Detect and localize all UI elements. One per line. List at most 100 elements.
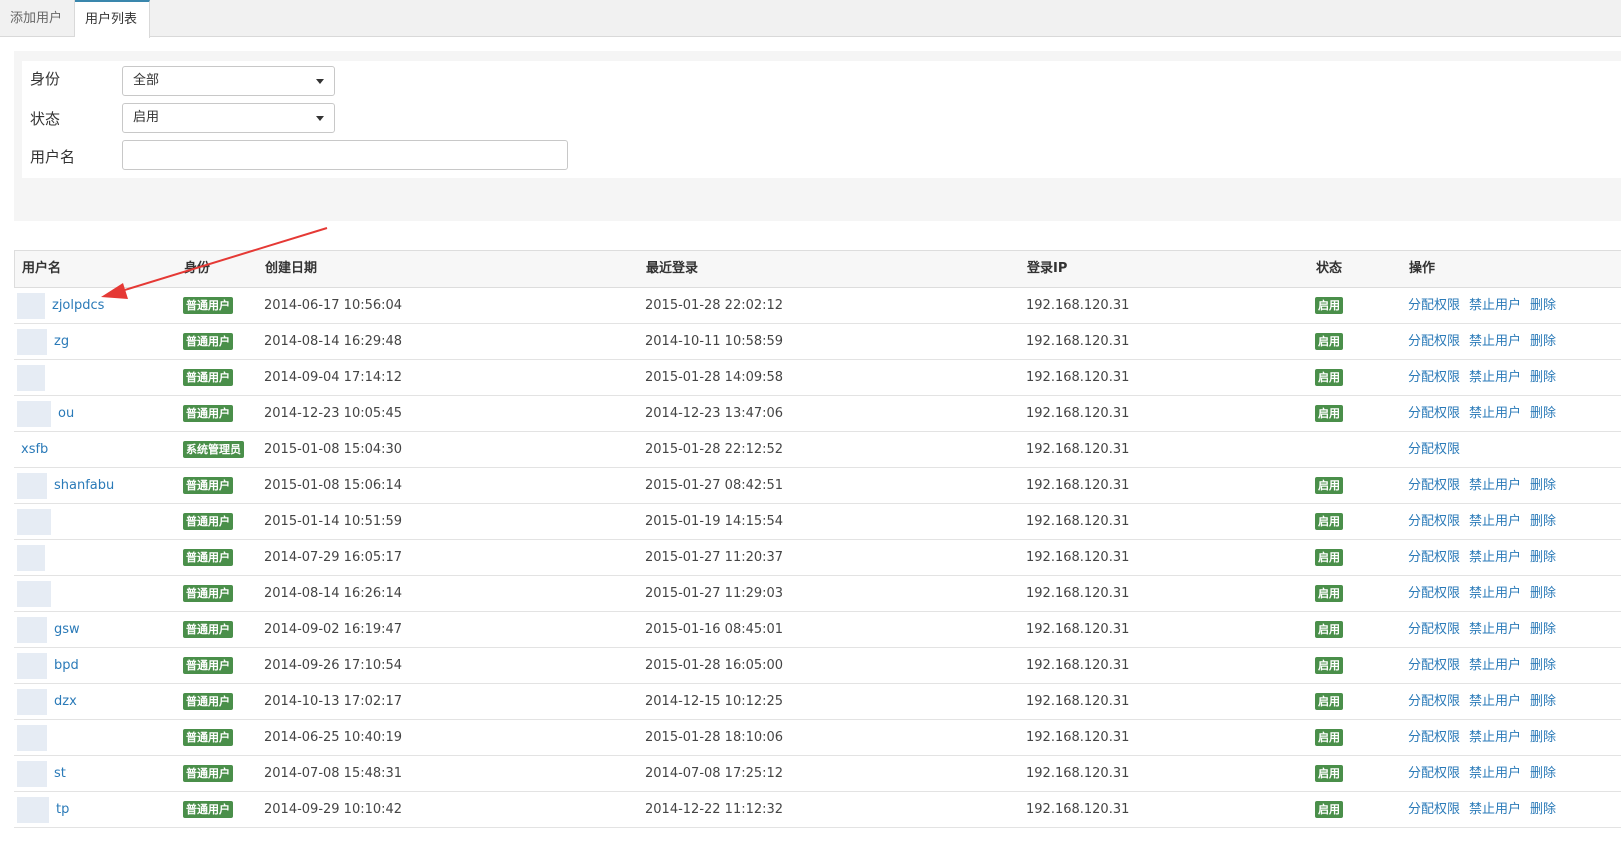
disable-user-link[interactable]: 禁止用户 xyxy=(1469,658,1521,673)
tab-user-list[interactable]: 用户列表 xyxy=(75,0,150,38)
assign-permission-link[interactable]: 分配权限 xyxy=(1408,658,1460,673)
disable-user-link[interactable]: 禁止用户 xyxy=(1469,514,1521,529)
role-cell: 普通用户 xyxy=(183,648,233,683)
actions-cell: 分配权限 禁止用户 删除 xyxy=(1408,396,1565,431)
created-date: 2014-09-29 10:10:42 xyxy=(264,802,403,817)
filter-panel: 身份 全部 状态 启用 用户名 xyxy=(14,51,1621,221)
table-row: zg 普通用户 2014-08-14 16:29:48 2014-10-11 10:5… xyxy=(14,324,1621,360)
delete-link[interactable]: 删除 xyxy=(1530,766,1556,781)
delete-link[interactable]: 删除 xyxy=(1530,802,1556,817)
created-date: 2014-06-25 10:40:19 xyxy=(264,730,403,745)
delete-link[interactable]: 删除 xyxy=(1530,586,1556,601)
delete-link[interactable]: 删除 xyxy=(1530,406,1556,421)
login-ip: 192.168.120.31 xyxy=(1026,442,1130,457)
redacted-blur xyxy=(17,797,49,823)
actions-cell: 分配权限 禁止用户 删除 xyxy=(1408,648,1565,683)
assign-permission-link[interactable]: 分配权限 xyxy=(1408,694,1460,709)
assign-permission-link[interactable]: 分配权限 xyxy=(1408,730,1460,745)
header-username: 用户名 xyxy=(22,261,62,276)
disable-user-link[interactable]: 禁止用户 xyxy=(1469,694,1521,709)
status-cell: 启用 xyxy=(1315,756,1343,791)
role-badge: 普通用户 xyxy=(183,621,233,638)
delete-link[interactable]: 删除 xyxy=(1530,550,1556,565)
table-row: 普通用户 2014-07-29 16:05:17 2015-01-27 11:20:… xyxy=(14,540,1621,576)
disable-user-link[interactable]: 禁止用户 xyxy=(1469,334,1521,349)
username-link[interactable]: gsw xyxy=(54,612,80,647)
assign-permission-link[interactable]: 分配权限 xyxy=(1408,442,1460,457)
table-row: ou 普通用户 2014-12-23 10:05:45 2014-12-23 13:4… xyxy=(14,396,1621,432)
disable-user-link[interactable]: 禁止用户 xyxy=(1469,298,1521,313)
actions-cell: 分配权限 禁止用户 删除 xyxy=(1408,324,1565,359)
table-row: st 普通用户 2014-07-08 15:48:31 2014-07-08 17:2… xyxy=(14,756,1621,792)
last-login: 2015-01-16 08:45:01 xyxy=(645,622,784,637)
actions-cell: 分配权限 禁止用户 删除 xyxy=(1408,468,1565,503)
assign-permission-link[interactable]: 分配权限 xyxy=(1408,802,1460,817)
role-cell: 普通用户 xyxy=(183,540,233,575)
disable-user-link[interactable]: 禁止用户 xyxy=(1469,766,1521,781)
role-badge: 系统管理员 xyxy=(183,441,244,458)
role-select[interactable]: 全部 xyxy=(122,66,335,96)
disable-user-link[interactable]: 禁止用户 xyxy=(1469,802,1521,817)
disable-user-link[interactable]: 禁止用户 xyxy=(1469,370,1521,385)
delete-link[interactable]: 删除 xyxy=(1530,658,1556,673)
assign-permission-link[interactable]: 分配权限 xyxy=(1408,514,1460,529)
status-cell: 启用 xyxy=(1315,396,1343,431)
username-link[interactable]: tp xyxy=(56,792,69,827)
username-link[interactable]: xsfb xyxy=(21,432,48,467)
assign-permission-link[interactable]: 分配权限 xyxy=(1408,406,1460,421)
disable-user-link[interactable]: 禁止用户 xyxy=(1469,622,1521,637)
status-badge: 启用 xyxy=(1315,801,1343,818)
disable-user-link[interactable]: 禁止用户 xyxy=(1469,478,1521,493)
role-cell: 普通用户 xyxy=(183,792,233,827)
status-badge: 启用 xyxy=(1315,657,1343,674)
role-cell: 普通用户 xyxy=(183,360,233,395)
created-date: 2014-12-23 10:05:45 xyxy=(264,406,403,421)
created-date: 2014-08-14 16:29:48 xyxy=(264,334,403,349)
status-cell: 启用 xyxy=(1315,540,1343,575)
last-login: 2014-12-23 13:47:06 xyxy=(645,406,784,421)
username-link[interactable]: st xyxy=(54,756,66,791)
actions-cell: 分配权限 禁止用户 删除 xyxy=(1408,756,1565,791)
role-cell: 普通用户 xyxy=(183,720,233,755)
delete-link[interactable]: 删除 xyxy=(1530,298,1556,313)
status-select-value: 启用 xyxy=(133,110,160,125)
login-ip: 192.168.120.31 xyxy=(1026,766,1130,781)
disable-user-link[interactable]: 禁止用户 xyxy=(1469,730,1521,745)
delete-link[interactable]: 删除 xyxy=(1530,370,1556,385)
assign-permission-link[interactable]: 分配权限 xyxy=(1408,334,1460,349)
status-select[interactable]: 启用 xyxy=(122,103,335,133)
role-badge: 普通用户 xyxy=(183,405,233,422)
assign-permission-link[interactable]: 分配权限 xyxy=(1408,586,1460,601)
username-input[interactable] xyxy=(122,140,568,170)
username-link[interactable]: ou xyxy=(58,396,74,431)
assign-permission-link[interactable]: 分配权限 xyxy=(1408,478,1460,493)
last-login: 2014-10-11 10:58:59 xyxy=(645,334,784,349)
role-badge: 普通用户 xyxy=(183,477,233,494)
caret-down-icon xyxy=(316,79,324,84)
delete-link[interactable]: 删除 xyxy=(1530,730,1556,745)
delete-link[interactable]: 删除 xyxy=(1530,514,1556,529)
assign-permission-link[interactable]: 分配权限 xyxy=(1408,622,1460,637)
status-badge: 启用 xyxy=(1315,765,1343,782)
role-badge: 普通用户 xyxy=(183,657,233,674)
username-link[interactable]: shanfabu xyxy=(54,468,114,503)
delete-link[interactable]: 删除 xyxy=(1530,478,1556,493)
username-link[interactable]: zg xyxy=(54,324,69,359)
assign-permission-link[interactable]: 分配权限 xyxy=(1408,298,1460,313)
disable-user-link[interactable]: 禁止用户 xyxy=(1469,550,1521,565)
header-last-login: 最近登录 xyxy=(646,261,699,276)
actions-cell: 分配权限 禁止用户 删除 xyxy=(1408,576,1565,611)
status-cell: 启用 xyxy=(1315,324,1343,359)
assign-permission-link[interactable]: 分配权限 xyxy=(1408,550,1460,565)
delete-link[interactable]: 删除 xyxy=(1530,694,1556,709)
delete-link[interactable]: 删除 xyxy=(1530,622,1556,637)
role-cell: 普通用户 xyxy=(183,612,233,647)
tab-add-user[interactable]: 添加用户 xyxy=(0,0,75,37)
disable-user-link[interactable]: 禁止用户 xyxy=(1469,406,1521,421)
assign-permission-link[interactable]: 分配权限 xyxy=(1408,370,1460,385)
disable-user-link[interactable]: 禁止用户 xyxy=(1469,586,1521,601)
assign-permission-link[interactable]: 分配权限 xyxy=(1408,766,1460,781)
username-link[interactable]: dzx xyxy=(54,684,77,719)
delete-link[interactable]: 删除 xyxy=(1530,334,1556,349)
username-link[interactable]: bpd xyxy=(54,648,79,683)
